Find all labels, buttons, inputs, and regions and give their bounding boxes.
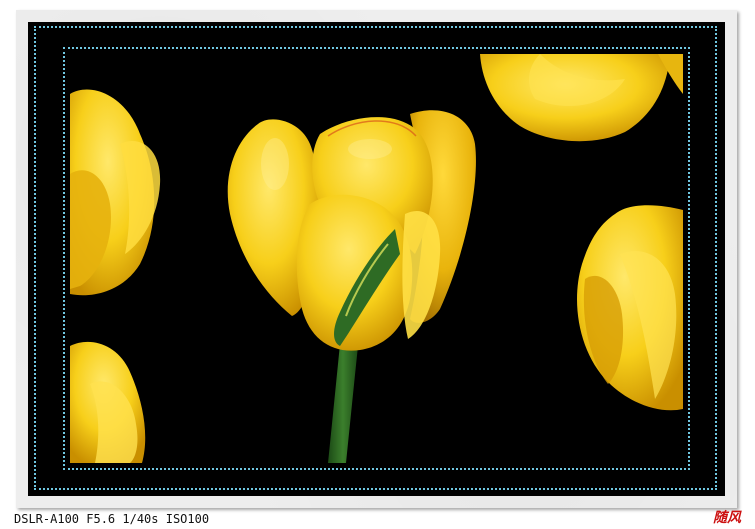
page: DSLR-A100 F5.6 1/40s ISO100 随风 [0, 0, 755, 529]
tulip-photo [70, 54, 683, 463]
photographer-signature: 随风 [713, 510, 741, 526]
photo-caption: DSLR-A100 F5.6 1/40s ISO100 [14, 512, 210, 526]
tulip-illustration [70, 54, 683, 463]
